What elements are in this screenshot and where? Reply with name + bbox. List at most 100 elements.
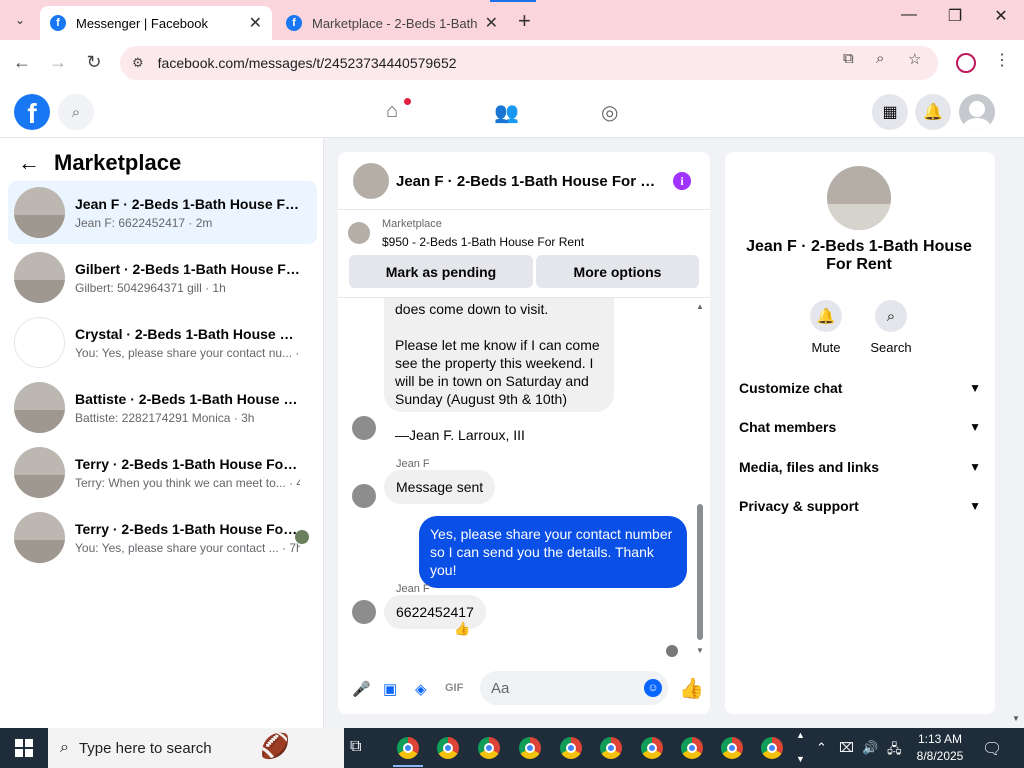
chrome-app-icon[interactable] <box>560 737 582 759</box>
search-button[interactable]: ⌕ Search <box>861 300 921 355</box>
photo-icon[interactable]: ▣ <box>383 680 397 698</box>
chrome-app-icon[interactable] <box>721 737 743 759</box>
conversation-name: Gilbert · 2-Beds 1-Bath House For ... <box>75 260 300 277</box>
facebook-header: f ⌕ ⌂ 👥 ◎ ▦ 🔔 <box>0 86 1024 138</box>
task-view-icon[interactable]: ⧉ <box>350 738 361 756</box>
conversation-item[interactable]: Terry · 2-Beds 1-Bath House For ... You:… <box>8 506 317 569</box>
conversation-item[interactable]: Terry · 2-Beds 1-Bath House For Re... Te… <box>8 441 317 504</box>
info-icon[interactable]: i <box>673 172 691 190</box>
chrome-app-icon[interactable] <box>437 737 459 759</box>
tab-marketplace[interactable]: f Marketplace - 2-Beds 1-Bath House ✕ <box>276 6 508 40</box>
sender-name: Jean F <box>396 583 430 595</box>
zoom-icon[interactable]: ⌕ <box>876 50 884 67</box>
chrome-app-icon[interactable] <box>641 737 663 759</box>
start-button[interactable] <box>0 728 48 768</box>
conversation-item[interactable]: Crystal · 2-Beds 1-Bath House For ... Yo… <box>8 311 317 374</box>
taskbar-search-box[interactable]: ⌕ Type here to search <box>48 728 344 768</box>
chat-title[interactable]: Jean F · 2-Beds 1-Bath House For Re... <box>396 173 661 190</box>
install-app-icon[interactable]: ⧉ <box>843 50 854 67</box>
chat-avatar[interactable] <box>353 163 389 199</box>
chrome-app-icon[interactable] <box>761 737 783 759</box>
search-icon[interactable]: ⌕ <box>58 94 94 130</box>
clock-date: 8/8/2025 <box>916 749 964 763</box>
search-highlight-icon[interactable]: 🏈 <box>260 732 290 761</box>
chat-details-name: Jean F · 2-Beds 1-Bath House For Rent <box>746 238 972 273</box>
show-hidden-icons-icon[interactable]: ⌃ <box>816 740 827 756</box>
section-label: Media, files and links <box>739 459 880 475</box>
chrome-app-icon[interactable] <box>519 737 541 759</box>
mute-label: Mute <box>811 340 841 355</box>
groups-icon[interactable]: ◎ <box>601 100 618 125</box>
customize-chat-row[interactable]: Customize chat ▼ <box>739 376 981 400</box>
message-text: does come down to visit. <box>395 301 549 317</box>
conversation-item[interactable]: Jean F · 2-Beds 1-Bath House For Re... J… <box>8 181 317 244</box>
scroll-down-icon[interactable]: ▼ <box>696 646 704 655</box>
sender-avatar[interactable] <box>352 416 376 440</box>
back-icon[interactable]: ← <box>11 52 33 73</box>
section-label: Chat members <box>739 419 837 435</box>
chat-members-row[interactable]: Chat members ▼ <box>739 415 981 439</box>
forward-icon[interactable]: → <box>47 52 69 73</box>
chevron-down-icon: ▼ <box>969 499 981 513</box>
mark-as-pending-button[interactable]: Mark as pending <box>349 255 533 288</box>
site-info-icon[interactable]: ⚙ <box>132 55 144 71</box>
sticker-icon[interactable]: ◈ <box>415 680 427 698</box>
chrome-app-icon[interactable] <box>397 737 419 759</box>
facebook-logo-icon[interactable]: f <box>14 94 50 130</box>
conversation-preview: You: Yes, please share your contact nu..… <box>75 345 300 360</box>
system-clock[interactable]: 1:13 AM 8/8/2025 <box>910 731 970 765</box>
chrome-menu-icon[interactable]: ⋮ <box>994 50 1010 70</box>
conversation-list-panel: ← Marketplace Jean F · 2-Beds 1-Bath Hou… <box>0 138 324 728</box>
more-options-button[interactable]: More options <box>536 255 699 288</box>
taskbar-scroll-up-icon[interactable]: ▲ <box>796 730 805 740</box>
message-input[interactable]: Aa <box>480 671 668 705</box>
network-icon[interactable]: 🖧 <box>887 740 902 762</box>
conversation-item[interactable]: Gilbert · 2-Beds 1-Bath House For ... Gi… <box>8 246 317 309</box>
scrollbar-thumb[interactable] <box>697 504 703 640</box>
scroll-up-icon[interactable]: ▲ <box>696 302 704 311</box>
close-window-icon[interactable]: ✕ <box>986 6 1016 26</box>
profile-icon[interactable] <box>956 53 976 73</box>
volume-icon[interactable]: 🔊 <box>862 740 878 756</box>
address-bar[interactable]: ⚙ facebook.com/messages/t/24523734440579… <box>120 46 938 80</box>
menu-grid-icon[interactable]: ▦ <box>872 94 908 130</box>
message-bubble: 6622452417 <box>384 595 486 629</box>
close-tab-icon[interactable]: ✕ <box>485 13 498 33</box>
tab-search-menu-icon[interactable]: ⌄ <box>8 8 32 32</box>
like-icon[interactable]: 👍 <box>679 676 704 701</box>
action-center-icon[interactable]: 🗨 <box>982 739 1002 759</box>
taskbar-scroll-down-icon[interactable]: ▼ <box>796 754 805 764</box>
emoji-icon[interactable]: ☺ <box>644 679 662 697</box>
browser-toolbar: ← → ↻ ⚙ facebook.com/messages/t/24523734… <box>0 40 1024 86</box>
chrome-app-icon[interactable] <box>478 737 500 759</box>
media-files-links-row[interactable]: Media, files and links ▼ <box>739 455 981 479</box>
page-scroll-down-icon[interactable]: ▼ <box>1012 714 1020 723</box>
gif-icon[interactable]: GIF <box>445 682 463 694</box>
chrome-app-icon[interactable] <box>600 737 622 759</box>
mute-button[interactable]: 🔔 Mute <box>796 300 856 355</box>
message-signature: —Jean F. Larroux, III <box>395 427 525 443</box>
seen-avatar <box>666 645 678 657</box>
privacy-support-row[interactable]: Privacy & support ▼ <box>739 494 981 518</box>
sender-avatar[interactable] <box>352 484 376 508</box>
notifications-bell-icon[interactable]: 🔔 <box>915 94 951 130</box>
sender-avatar[interactable] <box>352 600 376 624</box>
bookmark-star-icon[interactable]: ☆ <box>908 50 921 68</box>
home-icon[interactable]: ⌂ <box>386 100 398 123</box>
friends-icon[interactable]: 👥 <box>494 100 519 125</box>
tab-messenger[interactable]: f Messenger | Facebook ✕ <box>40 6 272 40</box>
new-tab-icon[interactable]: + <box>518 8 531 34</box>
reload-icon[interactable]: ↻ <box>83 52 105 73</box>
minimize-icon[interactable]: — <box>894 6 924 24</box>
microphone-icon[interactable]: 🎤 <box>352 680 371 698</box>
thumbs-up-reaction-icon[interactable]: 👍 <box>454 621 470 637</box>
close-tab-icon[interactable]: ✕ <box>249 13 262 33</box>
chrome-app-icon[interactable] <box>681 737 703 759</box>
section-label: Customize chat <box>739 380 843 396</box>
back-arrow-icon[interactable]: ← <box>18 150 40 176</box>
meet-now-icon[interactable]: ⌧ <box>839 740 854 756</box>
chevron-down-icon: ▼ <box>969 420 981 434</box>
conversation-item[interactable]: Battiste · 2-Beds 1-Bath House For ... B… <box>8 376 317 439</box>
account-avatar[interactable] <box>959 94 995 130</box>
restore-icon[interactable]: ❐ <box>940 6 970 26</box>
